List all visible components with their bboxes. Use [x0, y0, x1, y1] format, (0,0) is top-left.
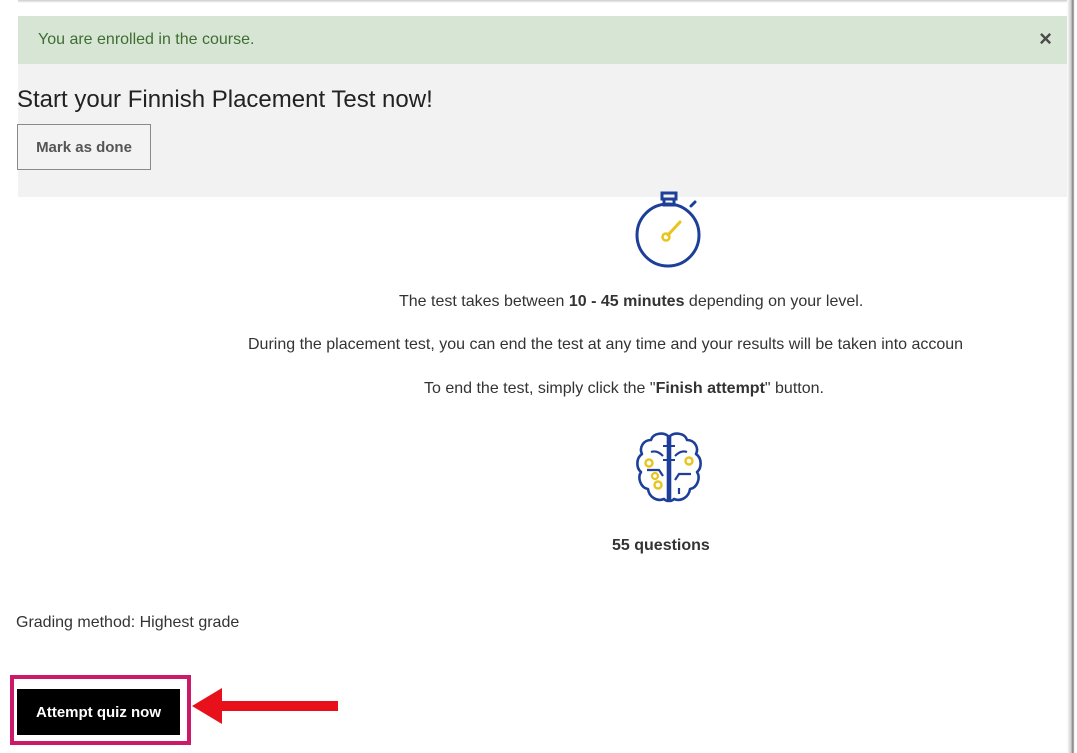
duration-value: 10 - 45 minutes [568, 293, 685, 310]
question-count: 55 questions [612, 537, 710, 554]
finish-attempt-label: Finish attempt [655, 380, 765, 397]
close-icon[interactable]: × [1039, 27, 1052, 51]
page-edge-shadow [1067, 0, 1077, 753]
enrolment-alert: You are enrolled in the course. × [18, 16, 1068, 64]
header-band [18, 64, 1068, 197]
grading-method: Grading method: Highest grade [16, 614, 240, 631]
attempt-quiz-button[interactable]: Attempt quiz now [17, 689, 180, 735]
mark-as-done-button[interactable]: Mark as done [17, 124, 151, 170]
end-anytime-text: During the placement test, you can end t… [248, 336, 964, 353]
page-title: Start your Finnish Placement Test now! [17, 86, 433, 113]
duration-text: The test takes between 10 - 45 minutes d… [399, 293, 864, 310]
stopwatch-icon [635, 191, 701, 268]
brain-icon [636, 432, 702, 503]
page: You are enrolled in the course. × Start … [0, 0, 1077, 753]
top-shadow [18, 0, 1069, 3]
finish-instructions-text: To end the test, simply click the "Finis… [424, 380, 824, 397]
alert-message: You are enrolled in the course. [38, 31, 255, 48]
arrow-left-icon [192, 688, 338, 724]
